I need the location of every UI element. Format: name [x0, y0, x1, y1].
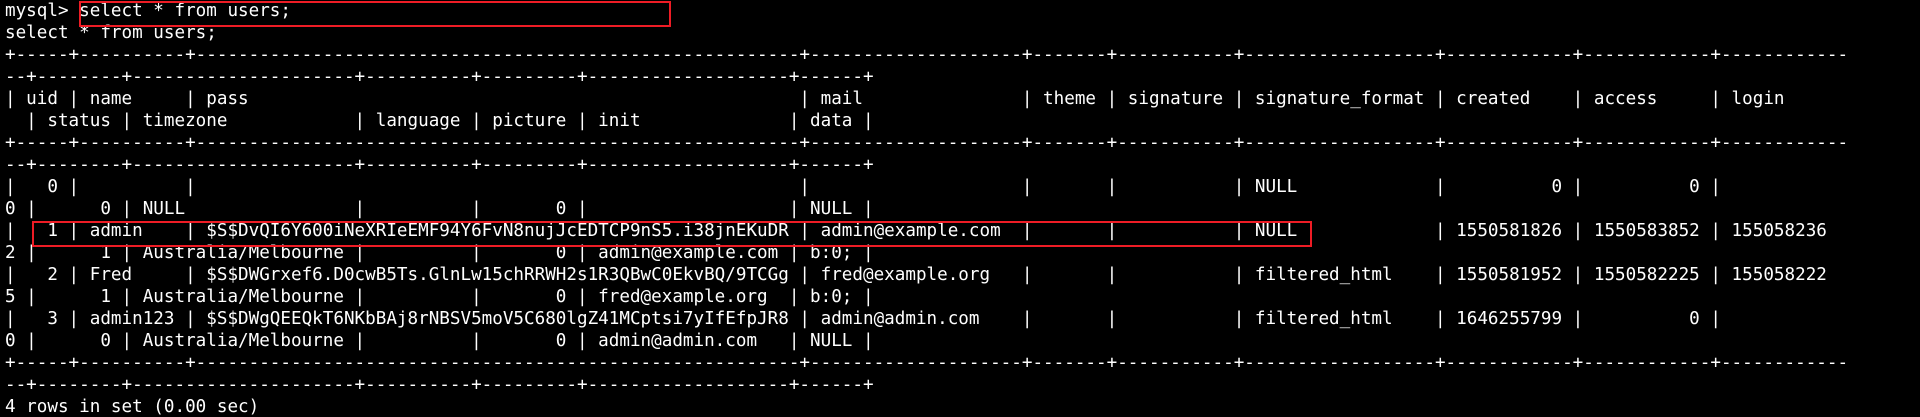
table-border-top-wrap: --+--------+---------------------+------…	[5, 67, 874, 87]
table-border-header-wrap: --+--------+---------------------+------…	[5, 155, 874, 175]
table-row-wrap: 0 | 0 | Australia/Melbourne | | 0 | admi…	[5, 331, 874, 351]
table-row: | 2 | Fred | $S$DWGrxef6.D0cwB5Ts.GlnLw1…	[5, 265, 1827, 285]
table-row-wrap: 2 | 1 | Australia/Melbourne | | 0 | admi…	[5, 243, 874, 263]
table-border-header: +-----+----------+----------------------…	[5, 133, 1849, 153]
table-row: | 3 | admin123 | $S$DWgQEEQkT6NKbBAj8rNB…	[5, 309, 1721, 329]
table-header-row-wrap: | status | timezone | language | picture…	[5, 111, 874, 131]
terminal-output: mysql> select * from users; select * fro…	[5, 0, 1848, 417]
table-border-bottom: +-----+----------+----------------------…	[5, 353, 1849, 373]
table-row-wrap: 0 | 0 | NULL | | 0 | | NULL |	[5, 199, 874, 219]
echoed-command-line: select * from users;	[5, 23, 217, 43]
table-border-top: +-----+----------+----------------------…	[5, 45, 1849, 65]
table-header-row: | uid | name | pass | mail | theme | sig…	[5, 89, 1785, 109]
table-row: | 1 | admin | $S$DvQI6Y600iNeXRIeEMF94Y6…	[5, 221, 1827, 241]
table-border-bottom-wrap: --+--------+---------------------+------…	[5, 375, 874, 395]
prompt-command-line: mysql> select * from users;	[5, 1, 291, 21]
row-count-summary: 4 rows in set (0.00 sec)	[5, 397, 260, 417]
terminal-window[interactable]: mysql> select * from users; select * fro…	[0, 0, 1920, 417]
table-row-wrap: 5 | 1 | Australia/Melbourne | | 0 | fred…	[5, 287, 874, 307]
table-row: | 0 | | | | | | NULL | 0 | 0 |	[5, 177, 1721, 197]
